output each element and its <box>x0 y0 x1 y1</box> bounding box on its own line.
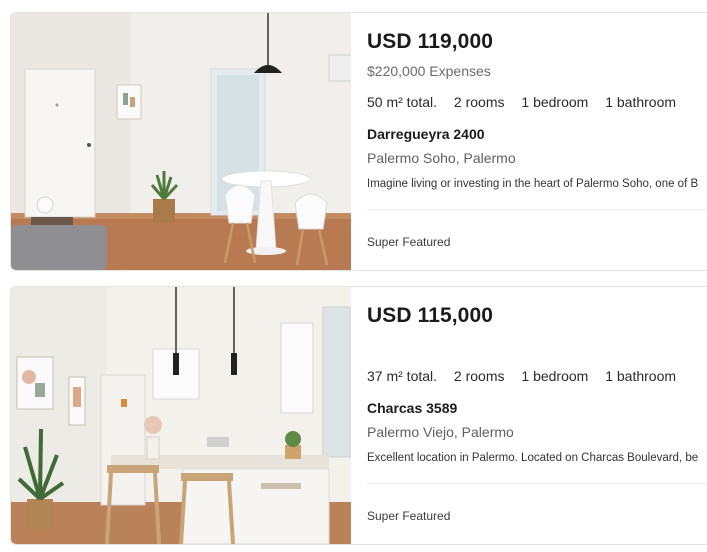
listing-card[interactable]: USD 119,000 $220,000 Expenses 50 m² tota… <box>10 12 707 271</box>
feature-bedrooms: 1 bedroom <box>521 94 589 110</box>
listing-description: Imagine living or investing in the heart… <box>367 178 699 190</box>
listing-expenses: $220,000 Expenses <box>367 63 491 79</box>
listing-address[interactable]: Charcas 3589 <box>367 400 457 416</box>
feature-rooms: 2 rooms <box>453 368 505 384</box>
listing-photo[interactable] <box>11 13 351 270</box>
listing-price[interactable]: USD 115,000 <box>367 304 493 328</box>
feature-rooms: 2 rooms <box>453 94 505 110</box>
listing-photo[interactable] <box>11 287 351 544</box>
feature-area: 50 m² total. <box>367 94 438 110</box>
listing-badge: Super Featured <box>367 509 451 523</box>
apartment-photo-kitchen <box>11 287 351 544</box>
listing-location: Palermo Soho, Palermo <box>367 150 516 166</box>
listing-card[interactable]: USD 115,000 37 m² total. 2 rooms 1 bedro… <box>10 286 707 545</box>
listing-info: USD 115,000 37 m² total. 2 rooms 1 bedro… <box>367 287 707 544</box>
listing-price[interactable]: USD 119,000 <box>367 30 493 54</box>
listing-info: USD 119,000 $220,000 Expenses 50 m² tota… <box>367 13 707 270</box>
listing-address[interactable]: Darregueyra 2400 <box>367 126 485 142</box>
listing-features: 37 m² total. 2 rooms 1 bedroom 1 bathroo… <box>367 368 689 384</box>
listing-location: Palermo Viejo, Palermo <box>367 424 514 440</box>
divider <box>367 483 707 484</box>
feature-area: 37 m² total. <box>367 368 438 384</box>
feature-bathrooms: 1 bathroom <box>605 94 677 110</box>
listing-features: 50 m² total. 2 rooms 1 bedroom 1 bathroo… <box>367 94 689 110</box>
apartment-photo-living-room <box>11 13 351 270</box>
feature-bedrooms: 1 bedroom <box>521 368 589 384</box>
feature-bathrooms: 1 bathroom <box>605 368 677 384</box>
listing-description: Excellent location in Palermo. Located o… <box>367 452 699 464</box>
divider <box>367 209 707 210</box>
listing-badge: Super Featured <box>367 235 451 249</box>
